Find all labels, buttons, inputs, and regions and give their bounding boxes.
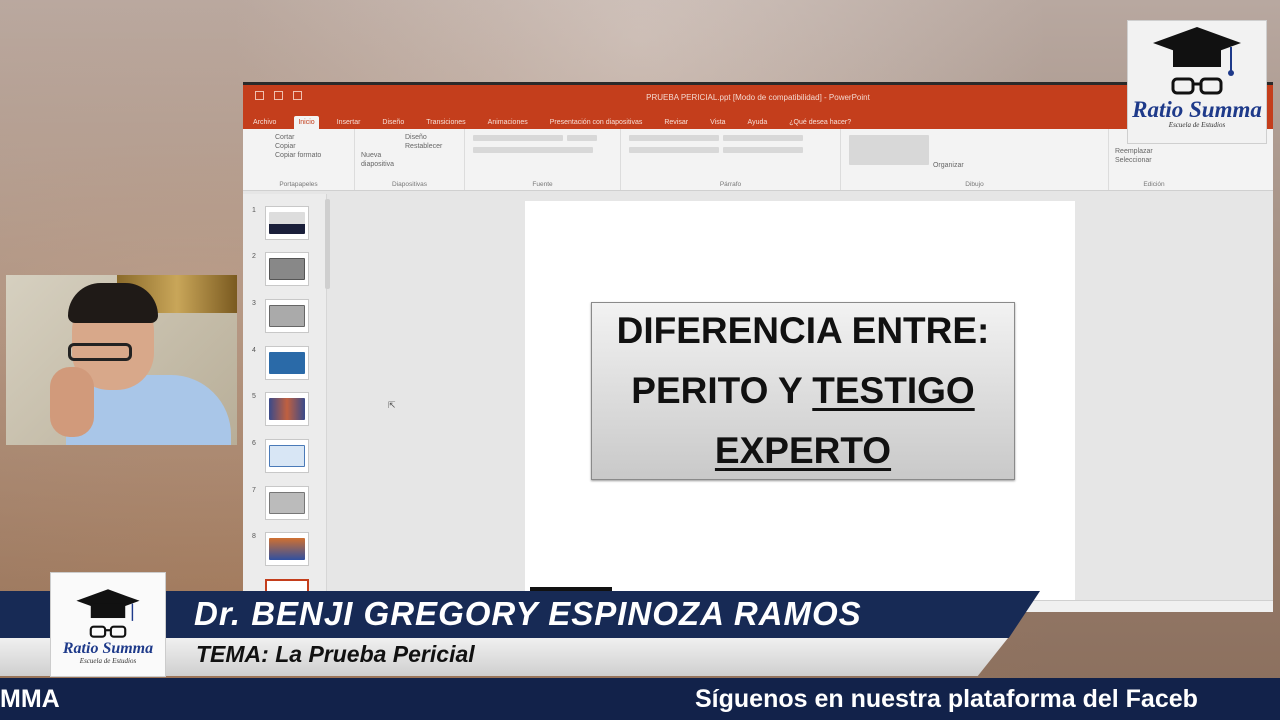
replace-button[interactable]: Reemplazar bbox=[1115, 147, 1193, 156]
font-format-buttons[interactable] bbox=[473, 147, 593, 153]
group-label: Portapapeles bbox=[279, 181, 318, 188]
ribbon-tabs: Archivo Inicio Insertar Diseño Transicio… bbox=[243, 109, 1273, 129]
tab-vista[interactable]: Vista bbox=[706, 116, 729, 129]
slide-title-line-1: DIFERENCIA ENTRE: bbox=[616, 310, 990, 351]
quick-access-toolbar bbox=[255, 91, 302, 100]
slide-canvas: DIFERENCIA ENTRE: PERITO Y TESTIGO EXPER… bbox=[333, 194, 1273, 612]
list-buttons[interactable] bbox=[629, 135, 719, 141]
graduation-cap-glasses-icon bbox=[76, 588, 140, 638]
channel-logo: Ratio Summa Escuela de Estudios bbox=[1127, 20, 1267, 144]
shapes-gallery[interactable] bbox=[849, 135, 929, 165]
tab-ayuda[interactable]: Ayuda bbox=[744, 116, 772, 129]
slide-number: 7 bbox=[252, 487, 256, 494]
slide-number: 3 bbox=[252, 300, 256, 307]
webcam-feed bbox=[6, 275, 237, 445]
slide-title-box[interactable]: DIFERENCIA ENTRE: PERITO Y TESTIGO EXPER… bbox=[591, 302, 1015, 480]
group-drawing: Organizar Dibujo bbox=[841, 129, 1109, 190]
slide-thumbnail[interactable]: 7 bbox=[252, 486, 309, 520]
group-paragraph: Párrafo bbox=[621, 129, 841, 190]
tab-revisar[interactable]: Revisar bbox=[660, 116, 692, 129]
powerpoint-window: PRUEBA PERICIAL.ppt [Modo de compatibili… bbox=[243, 82, 1273, 612]
undo-icon[interactable] bbox=[274, 91, 283, 100]
slide-thumbnail[interactable]: 3 bbox=[252, 299, 309, 333]
cut-button[interactable]: Cortar bbox=[275, 133, 348, 142]
select-button[interactable]: Seleccionar bbox=[1115, 156, 1193, 165]
tab-presentacion[interactable]: Presentación con diapositivas bbox=[546, 116, 647, 129]
slide-thumbnail[interactable]: 6 bbox=[252, 439, 309, 473]
logo-name: Ratio Summa bbox=[62, 639, 154, 657]
ticker-bar: MMA Síguenos en nuestra plataforma del F… bbox=[0, 678, 1280, 720]
layout-button[interactable]: Diseño bbox=[405, 133, 458, 142]
group-font: Fuente bbox=[465, 129, 621, 190]
slide-thumbnail[interactable]: 5 bbox=[252, 392, 309, 426]
slide-number: 6 bbox=[252, 440, 256, 447]
slide[interactable]: DIFERENCIA ENTRE: PERITO Y TESTIGO EXPER… bbox=[525, 201, 1075, 612]
slide-thumbnail[interactable]: 1 bbox=[252, 206, 309, 240]
font-size-select[interactable] bbox=[567, 135, 597, 141]
thumbnails-scrollbar[interactable] bbox=[325, 199, 330, 289]
workspace: 1 2 3 4 5 6 7 8 DIFERENCIA ENTRE: PERITO… bbox=[243, 194, 1273, 612]
arrange-button[interactable]: Organizar bbox=[933, 161, 964, 170]
slide-text-underlined: TESTIGO bbox=[812, 370, 975, 411]
topic-text: TEMA: La Prueba Pericial bbox=[196, 641, 475, 667]
slide-thumbnails-pane: 1 2 3 4 5 6 7 8 bbox=[243, 194, 330, 612]
slide-title-line-3: EXPERTO bbox=[714, 430, 892, 471]
font-name-select[interactable] bbox=[473, 135, 563, 141]
slide-thumbnail[interactable]: 2 bbox=[252, 252, 309, 286]
lower-third-logo: Ratio Summa Escuela de Estudios bbox=[50, 572, 166, 677]
tab-inicio[interactable]: Inicio bbox=[294, 116, 319, 129]
slide-number: 2 bbox=[252, 253, 256, 260]
slide-number: 8 bbox=[252, 533, 256, 540]
logo-name: Ratio Summa bbox=[1132, 97, 1262, 122]
tell-me-search[interactable]: ¿Qué desea hacer? bbox=[785, 116, 855, 129]
save-icon[interactable] bbox=[255, 91, 264, 100]
new-slide-button[interactable]: Nueva diapositiva bbox=[361, 151, 401, 169]
align-buttons[interactable] bbox=[629, 147, 719, 153]
group-label: Fuente bbox=[532, 181, 553, 188]
group-clipboard: Cortar Copiar Copiar formato Portapapele… bbox=[243, 129, 355, 190]
logo-subtitle: Escuela de Estudios bbox=[1168, 121, 1226, 129]
graduation-cap-glasses-icon bbox=[1153, 27, 1241, 95]
group-label: Dibujo bbox=[965, 181, 984, 188]
group-slides: Diseño Restablecer Nueva diapositiva Dia… bbox=[355, 129, 465, 190]
slide-text: PERITO Y bbox=[631, 370, 813, 411]
text-direction-button[interactable] bbox=[723, 135, 803, 141]
tab-diseno[interactable]: Diseño bbox=[378, 116, 408, 129]
align-text-button[interactable] bbox=[723, 147, 803, 153]
slide-number: 4 bbox=[252, 347, 256, 354]
copy-button[interactable]: Copiar bbox=[275, 142, 348, 151]
presenter-name: Dr. BENJI GREGORY ESPINOZA RAMOS bbox=[194, 595, 862, 632]
slide-number: 1 bbox=[252, 207, 256, 214]
ticker-left-text: MMA bbox=[0, 685, 60, 713]
group-label: Diapositivas bbox=[391, 181, 428, 188]
group-label: Edición bbox=[1143, 181, 1165, 188]
slide-title-line-2: PERITO Y TESTIGO bbox=[631, 361, 974, 421]
slide-thumbnail[interactable]: 4 bbox=[252, 346, 309, 380]
ribbon: Cortar Copiar Copiar formato Portapapele… bbox=[243, 129, 1273, 191]
tab-animaciones[interactable]: Animaciones bbox=[484, 116, 532, 129]
tab-insertar[interactable]: Insertar bbox=[333, 116, 365, 129]
redo-icon[interactable] bbox=[293, 91, 302, 100]
group-label: Párrafo bbox=[719, 181, 742, 188]
ticker-right-text: Síguenos en nuestra plataforma del Faceb bbox=[695, 685, 1198, 713]
slide-thumbnail[interactable]: 8 bbox=[252, 532, 309, 566]
title-bar: PRUEBA PERICIAL.ppt [Modo de compatibili… bbox=[243, 85, 1273, 109]
format-painter-button[interactable]: Copiar formato bbox=[275, 151, 348, 160]
logo-subtitle: Escuela de Estudios bbox=[79, 656, 137, 665]
reset-button[interactable]: Restablecer bbox=[405, 142, 458, 151]
mouse-cursor-icon: ⇱ bbox=[388, 400, 396, 410]
tab-transiciones[interactable]: Transiciones bbox=[422, 116, 469, 129]
slide-number: 5 bbox=[252, 393, 256, 400]
window-title: PRUEBA PERICIAL.ppt [Modo de compatibili… bbox=[646, 92, 870, 102]
tab-archivo[interactable]: Archivo bbox=[249, 116, 280, 129]
